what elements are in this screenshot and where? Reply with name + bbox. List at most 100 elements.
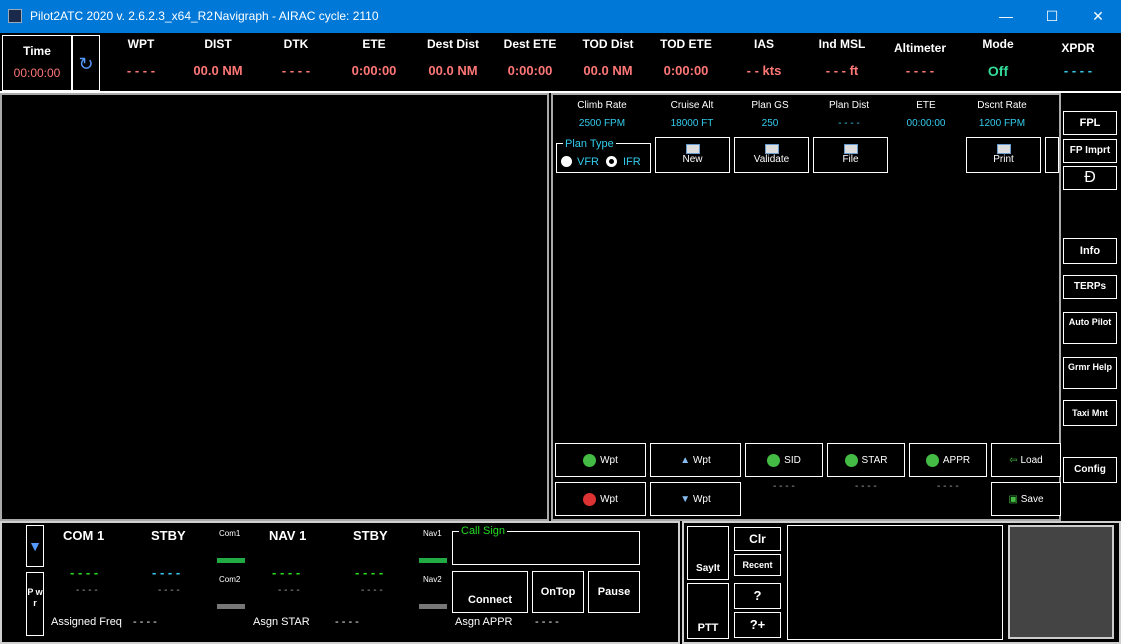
vfr-radio[interactable] xyxy=(561,156,572,167)
plan-stat-label: ETE xyxy=(916,100,936,111)
minimize-button[interactable]: — xyxy=(983,0,1029,33)
readout-label: XPDR xyxy=(1061,41,1095,55)
taxi-mnt-button[interactable]: Taxi Mnt xyxy=(1063,400,1117,426)
status-display xyxy=(1008,525,1114,639)
terps-button[interactable]: TERPs xyxy=(1063,275,1117,299)
file-button[interactable]: File xyxy=(813,137,888,173)
plan-stat-value[interactable]: - - - - xyxy=(809,118,889,129)
com1-stby-freq[interactable]: - - - - xyxy=(152,565,180,580)
title-bar: Pilot2ATC 2020 v. 2.6.2.3_x64_R2 Navigra… xyxy=(0,0,1121,33)
readout-ind-msl: Ind MSL - - - ft xyxy=(806,37,878,78)
help-plus-button[interactable]: ?+ xyxy=(734,612,781,638)
connect-button[interactable]: Connect xyxy=(452,571,528,613)
refresh-icon[interactable]: ↻ xyxy=(72,35,100,91)
plan-stat-label: Climb Rate xyxy=(577,100,627,111)
plan-stat-value[interactable]: 00:00:00 xyxy=(886,118,966,129)
time-label: Time xyxy=(23,44,51,58)
plan-stat-value[interactable]: 2500 FPM xyxy=(562,118,642,129)
ifr-radio[interactable] xyxy=(606,156,617,167)
plan-stat-label: Plan Dist xyxy=(828,100,869,111)
fp-import-button[interactable]: FP Imprt xyxy=(1063,139,1117,163)
recent-button[interactable]: Recent xyxy=(734,554,781,576)
config-button[interactable]: Config xyxy=(1063,457,1117,483)
readout-bar: Time 00:00:00 ↻ WPT - - - - DIST 00.0 NM DTK… xyxy=(0,33,1121,93)
load-icon: ⇦ xyxy=(1009,455,1021,466)
readout-value: 0:00:00 xyxy=(663,63,709,78)
readout-label: IAS xyxy=(753,37,774,51)
plan-stat-value[interactable]: 1200 FPM xyxy=(962,118,1042,129)
info-button[interactable]: Info xyxy=(1063,238,1117,264)
readout-label: DIST xyxy=(204,37,232,51)
nav2-tag: Nav2 xyxy=(423,575,442,584)
readout-label: TOD ETE xyxy=(660,37,712,51)
readout-label: Dest Dist xyxy=(426,37,479,51)
up-arrow-icon: ▲ xyxy=(680,455,693,466)
fpl-button[interactable]: FPL xyxy=(1063,111,1117,135)
nav1-sub-freq: - - - - xyxy=(278,585,300,596)
delete-wpt-button[interactable]: Wpt xyxy=(555,482,646,516)
map-panel[interactable] xyxy=(0,93,549,521)
nav1-stby-sub-freq: - - - - xyxy=(361,585,383,596)
help-button[interactable]: ? xyxy=(734,583,781,609)
readout-tod-dist: TOD Dist 00.0 NM xyxy=(568,37,648,78)
readout-label: ETE xyxy=(362,37,386,51)
readout-tod-ete: TOD ETE 0:00:00 xyxy=(648,37,724,78)
validate-button[interactable]: Validate xyxy=(734,137,809,173)
readout-dest-dist: Dest Dist 00.0 NM xyxy=(413,37,493,78)
save-button[interactable]: ▣ Save xyxy=(991,482,1061,516)
save-icon: ▣ xyxy=(1008,494,1021,505)
delete-icon xyxy=(583,492,597,506)
ptt-button[interactable]: PTT xyxy=(687,583,729,639)
readout-dest-ete: Dest ETE 0:00:00 xyxy=(495,37,565,78)
plan-stat-value[interactable]: 250 xyxy=(730,118,810,129)
clear-button[interactable]: Clr xyxy=(734,527,781,551)
readout-dtk: DTK - - - - xyxy=(266,37,326,78)
move-down-wpt-button[interactable]: ▼ Wpt xyxy=(650,482,741,516)
readout-value: - - - ft xyxy=(825,63,859,78)
time-box: Time 00:00:00 xyxy=(2,35,72,91)
collapse-down-icon[interactable]: ▼ xyxy=(26,525,44,567)
star-button[interactable]: STAR xyxy=(827,443,905,477)
nav1-tag: Nav1 xyxy=(423,529,442,538)
readout-xpdr: XPDR - - - - xyxy=(1048,41,1108,78)
nav1-freq[interactable]: - - - - xyxy=(272,565,300,580)
call-sign-field[interactable]: Call Sign xyxy=(452,525,640,565)
ifr-label: IFR xyxy=(623,156,641,168)
ontop-button[interactable]: OnTop xyxy=(532,571,584,613)
readout-label: DTK xyxy=(283,37,309,51)
com1-stby-label: STBY xyxy=(151,528,186,543)
gate-icon[interactable]: Ð xyxy=(1063,166,1117,190)
plus-icon xyxy=(925,453,939,467)
auto-pilot-button[interactable]: Auto Pilot xyxy=(1063,312,1117,344)
plan-type-label: Plan Type xyxy=(563,138,616,150)
plan-stat-value[interactable]: 18000 FT xyxy=(652,118,732,129)
window-title: Pilot2ATC 2020 v. 2.6.2.3_x64_R2 xyxy=(30,9,213,23)
sayit-button[interactable]: SayIt xyxy=(687,526,729,580)
readout-ete: ETE 0:00:00 xyxy=(339,37,409,78)
nav1-label: NAV 1 xyxy=(269,528,307,543)
nav1-stby-label: STBY xyxy=(353,528,388,543)
appr-button[interactable]: APPR xyxy=(909,443,987,477)
readout-value: 00.0 NM xyxy=(428,63,478,78)
sid-button[interactable]: SID xyxy=(745,443,823,477)
plan-type-group: Plan Type VFR IFR xyxy=(556,138,651,173)
readout-ias: IAS - - kts xyxy=(734,37,794,78)
asgn-appr-value: - - - - xyxy=(535,616,559,628)
more-button[interactable] xyxy=(1045,137,1059,173)
move-up-wpt-button[interactable]: ▲ Wpt xyxy=(650,443,741,477)
power-button[interactable]: P w r xyxy=(26,572,44,636)
close-button[interactable]: ✕ xyxy=(1075,0,1121,33)
load-button[interactable]: ⇦ Load xyxy=(991,443,1061,477)
grmr-help-button[interactable]: Grmr Help xyxy=(1063,357,1117,389)
maximize-button[interactable]: ☐ xyxy=(1029,0,1075,33)
com1-freq[interactable]: - - - - xyxy=(70,565,98,580)
pause-button[interactable]: Pause xyxy=(588,571,640,613)
new-plan-button[interactable]: New xyxy=(655,137,730,173)
nav1-stby-freq[interactable]: - - - - xyxy=(355,565,383,580)
print-button[interactable]: Print xyxy=(966,137,1041,173)
nav2-indicator xyxy=(419,604,447,609)
plus-icon xyxy=(583,453,597,467)
add-wpt-button[interactable]: Wpt xyxy=(555,443,646,477)
sid-value: - - - - xyxy=(773,481,795,492)
asgn-star-label: Asgn STAR xyxy=(253,616,310,628)
